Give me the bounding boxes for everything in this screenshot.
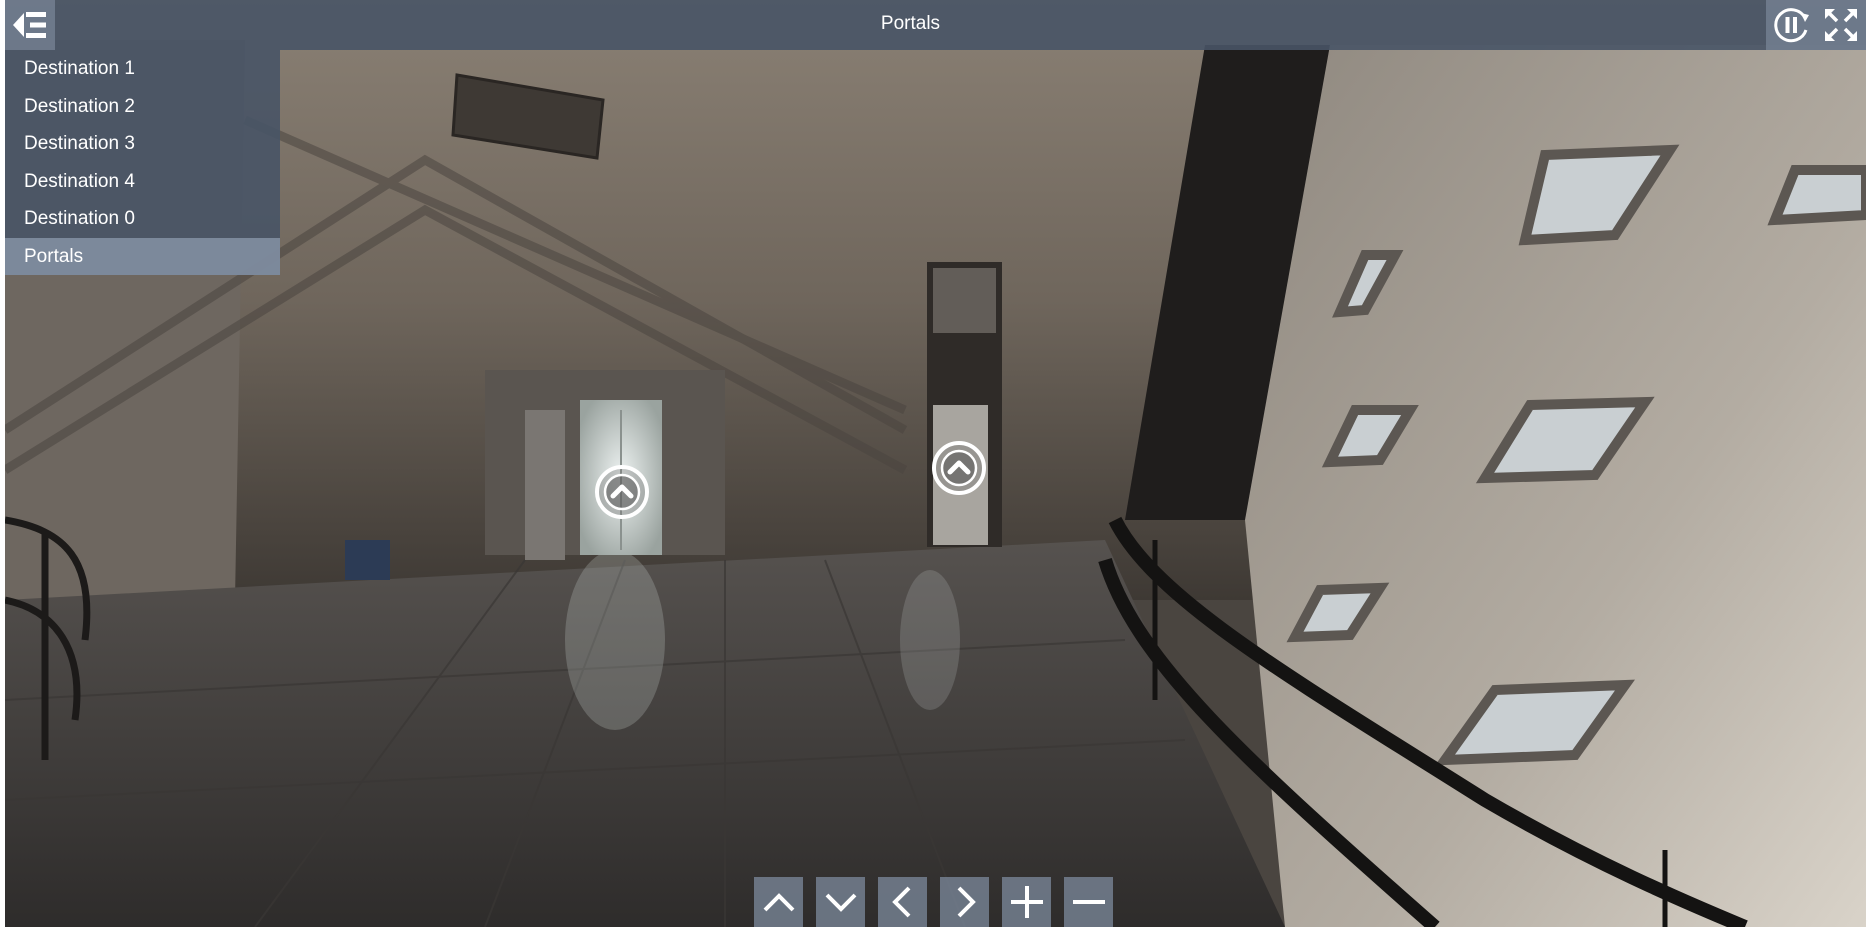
view-controls <box>1766 0 1866 50</box>
minus-icon <box>1072 900 1105 904</box>
zoom-in-button[interactable] <box>1002 877 1051 927</box>
autorotate-toggle-button[interactable] <box>1766 0 1816 50</box>
chevron-up-circle-icon <box>595 465 649 519</box>
look-right-button[interactable] <box>940 877 989 927</box>
navigation-bar <box>754 877 1113 927</box>
menu-item-destination-1[interactable]: Destination 1 <box>5 50 280 88</box>
menu-collapse-icon <box>13 12 46 38</box>
look-up-button[interactable] <box>754 877 803 927</box>
zoom-out-button[interactable] <box>1064 877 1113 927</box>
chevron-up-icon <box>763 893 794 912</box>
elevator-portal-hotspot[interactable] <box>594 464 650 520</box>
page-title: Portals <box>880 13 941 34</box>
panorama-viewer[interactable]: Portals Destination 1 Destination 2 Dest… <box>5 0 1866 927</box>
look-down-button[interactable] <box>816 877 865 927</box>
menu-item-destination-3[interactable]: Destination 3 <box>5 125 280 163</box>
destination-menu: Destination 1 Destination 2 Destination … <box>5 50 280 275</box>
plus-icon <box>1010 886 1043 918</box>
menu-item-destination-0[interactable]: Destination 0 <box>5 200 280 238</box>
look-left-button[interactable] <box>878 877 927 927</box>
menu-item-portals[interactable]: Portals <box>5 237 280 275</box>
doorway-portal-hotspot[interactable] <box>931 440 987 496</box>
chevron-down-icon <box>825 893 856 912</box>
pause-rotate-icon <box>1774 8 1809 43</box>
menu-item-destination-2[interactable]: Destination 2 <box>5 88 280 126</box>
fullscreen-icon <box>1825 9 1857 41</box>
menu-toggle-button[interactable] <box>5 0 55 50</box>
menu-item-destination-4[interactable]: Destination 4 <box>5 163 280 201</box>
title-bar: Portals <box>5 0 1866 50</box>
chevron-right-icon <box>957 886 976 918</box>
chevron-left-icon <box>891 886 910 918</box>
fullscreen-button[interactable] <box>1816 0 1866 50</box>
chevron-up-circle-icon <box>932 441 986 495</box>
